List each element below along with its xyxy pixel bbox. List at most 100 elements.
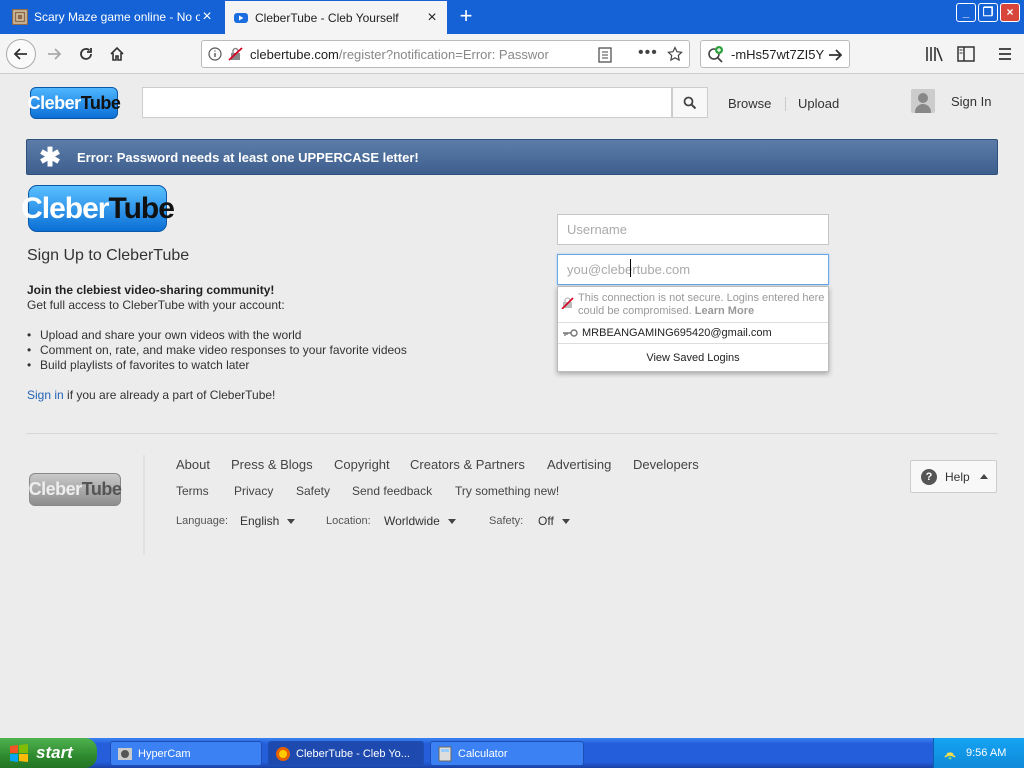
logo-text: Cleber (28, 479, 83, 499)
help-button[interactable]: ? Help (910, 460, 997, 493)
info-icon[interactable] (208, 47, 222, 61)
browse-link[interactable]: Browse (728, 96, 771, 111)
browser-search-box[interactable]: -mHs57wt7ZI5Y (700, 40, 850, 68)
maximize-button[interactable]: ❐ (978, 3, 998, 22)
calculator-icon (438, 746, 452, 761)
hypercam-icon (118, 747, 132, 760)
avatar[interactable] (911, 89, 935, 113)
language-label: Language: (176, 515, 228, 527)
reload-button[interactable] (72, 40, 100, 68)
arrow-right-icon[interactable] (827, 47, 843, 63)
footer-link-creators[interactable]: Creators & Partners (410, 457, 525, 472)
footer-link-press[interactable]: Press & Blogs (231, 457, 313, 472)
url-bar[interactable]: clebertube.com/register?notification=Err… (201, 40, 690, 68)
feature-list: Upload and share your own videos with th… (27, 328, 407, 373)
home-button[interactable] (103, 40, 131, 68)
safety-select[interactable]: Off (538, 514, 570, 528)
safety-value: Off (538, 514, 554, 528)
page-actions-icon[interactable]: ••• (638, 44, 658, 62)
close-icon[interactable]: × (200, 9, 214, 25)
taskbar-item-label: Calculator (458, 747, 508, 760)
arrow-left-icon (13, 48, 27, 60)
sign-in-link[interactable]: Sign In (951, 94, 991, 109)
search-icon (683, 96, 697, 109)
error-banner: ✱ Error: Password needs at least one UPP… (26, 139, 998, 175)
tab-label: CleberTube - Cleb Yourself (255, 10, 399, 25)
footer-link-copyright[interactable]: Copyright (334, 457, 390, 472)
footer-separator (143, 455, 145, 555)
language-select[interactable]: English (240, 514, 296, 528)
sign-in-link[interactable]: Sign in (27, 388, 64, 402)
reload-icon (80, 48, 92, 60)
footer-link-try-new[interactable]: Try something new! (455, 484, 559, 498)
saved-login-email: MRBEANGAMING695420@gmail.com (582, 327, 772, 339)
sidebar-icon[interactable] (957, 46, 975, 62)
browser-icon (276, 746, 290, 761)
logo-text-tail: Tube (80, 92, 121, 113)
site-search-button[interactable] (672, 87, 708, 118)
footer-link-advertising[interactable]: Advertising (547, 457, 611, 472)
new-tab-button[interactable]: + (454, 5, 478, 29)
view-saved-logins-button[interactable]: View Saved Logins (558, 343, 828, 372)
insecure-lock-icon[interactable] (228, 47, 244, 61)
chevron-up-icon (979, 474, 988, 479)
username-field[interactable]: Username (557, 214, 829, 245)
footer-link-safety[interactable]: Safety (296, 484, 330, 498)
back-button[interactable] (6, 39, 36, 69)
learn-more-link[interactable]: Learn More (695, 305, 754, 317)
footer-link-feedback[interactable]: Send feedback (352, 484, 432, 498)
footer-logo[interactable]: Cleber Tube (28, 473, 122, 506)
footer-link-about[interactable]: About (176, 457, 210, 472)
divider (785, 97, 786, 111)
minimize-button[interactable]: _ (956, 3, 976, 22)
safety-label: Safety: (489, 515, 524, 527)
tab-scary-maze[interactable]: Scary Maze game online - No over × (4, 2, 222, 32)
play-favicon-icon (234, 12, 248, 23)
join-subtext: Get full access to CleberTube with your … (27, 298, 285, 312)
email-field[interactable]: you@clebertube.com (557, 254, 829, 285)
tab-label: Scary Maze game online - No over (34, 10, 200, 24)
site-search-input[interactable] (142, 87, 672, 118)
saved-login-item[interactable]: MRBEANGAMING695420@gmail.com (558, 322, 828, 343)
site-logo[interactable]: Cleber Tube (28, 87, 121, 119)
clock: 9:56 AM (966, 747, 1007, 759)
url-path: /register?notification=Error: Passwor (338, 46, 549, 62)
location-select[interactable]: Worldwide (384, 514, 456, 528)
taskbar-item-calculator[interactable]: Calculator (430, 741, 584, 766)
logo-text-tail: Tube (81, 479, 122, 499)
question-icon: ? (921, 468, 937, 485)
upload-link[interactable]: Upload (798, 96, 839, 111)
page-content: Cleber Tube Browse Upload Sign In ✱ Error… (0, 75, 1024, 737)
location-label: Location: (326, 515, 371, 527)
footer-link-privacy[interactable]: Privacy (234, 484, 273, 498)
browser-nav-bar: clebertube.com/register?notification=Err… (0, 34, 1024, 74)
username-placeholder: Username (567, 222, 627, 237)
asterisk-icon: ✱ (39, 141, 61, 172)
star-icon[interactable] (667, 46, 683, 62)
reader-view-icon[interactable] (598, 47, 612, 63)
signup-title: Sign Up to CleberTube (27, 247, 190, 264)
home-icon (110, 46, 124, 61)
close-icon[interactable]: × (425, 9, 439, 25)
url-host: clebertube.com (250, 46, 339, 62)
autofill-popup: This connection is not secure. Logins en… (557, 286, 829, 372)
list-item: Build playlists of favorites to watch la… (27, 358, 407, 373)
location-value: Worldwide (384, 514, 440, 528)
footer-link-developers[interactable]: Developers (633, 457, 699, 472)
arrow-right-icon (48, 48, 62, 60)
window-close-button[interactable]: × (1000, 3, 1020, 22)
signin-prompt-text: if you are already a part of CleberTube! (63, 388, 276, 402)
insecure-warning: This connection is not secure. Logins en… (558, 287, 828, 322)
menu-icon[interactable] (997, 46, 1013, 62)
start-button[interactable]: start (0, 738, 97, 768)
help-label: Help (945, 469, 970, 484)
taskbar-item-browser[interactable]: CleberTube - Cleb Yo... (268, 741, 424, 766)
taskbar-item-hypercam[interactable]: HyperCam (110, 741, 262, 766)
forward-button[interactable] (40, 40, 68, 68)
library-icon[interactable] (925, 46, 943, 62)
search-value: -mHs57wt7ZI5Y (731, 46, 825, 62)
windows-logo-icon (10, 744, 28, 762)
tab-clebertube[interactable]: CleberTube - Cleb Yourself × (225, 1, 447, 34)
footer-link-terms[interactable]: Terms (176, 484, 209, 498)
network-icon[interactable] (942, 745, 958, 761)
